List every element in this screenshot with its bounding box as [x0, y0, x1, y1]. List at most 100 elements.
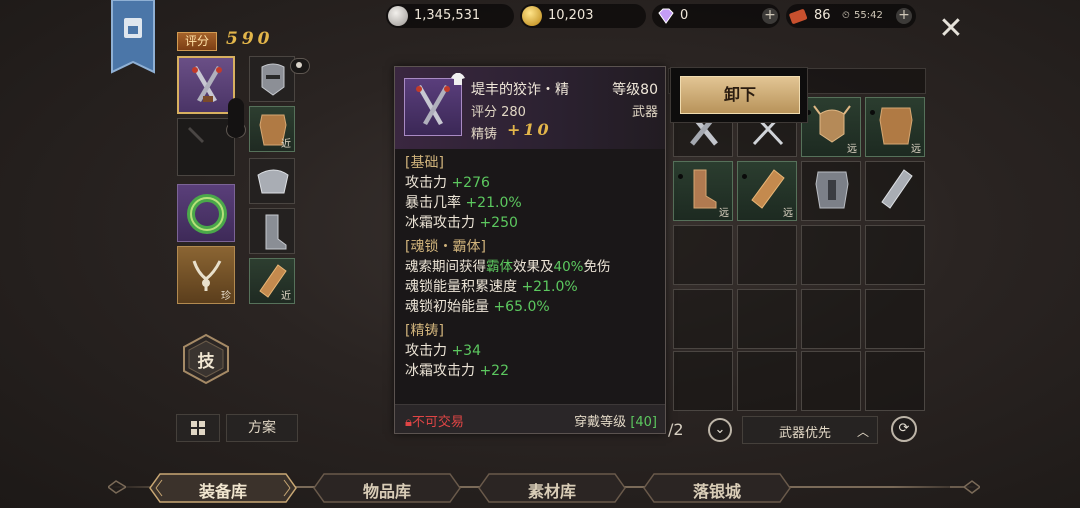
rare-label: 珍 [221, 291, 231, 302]
horned-helmet-icon [813, 105, 851, 143]
inventory-slot[interactable] [673, 289, 733, 349]
tab-equipment-storage[interactable]: 装备库 [148, 472, 298, 504]
silver-currency: 1,345,531 [386, 4, 514, 28]
armor-slot[interactable]: 近 [249, 106, 295, 152]
inventory-slot[interactable] [737, 225, 797, 285]
trade-status: 🔒︎不可交易 [405, 411, 464, 430]
stat-value: +21.0% [465, 195, 522, 211]
inventory-slot[interactable]: 远 [801, 97, 861, 157]
page-indicator: /2 [668, 420, 684, 439]
slot-dot [678, 174, 683, 179]
tab-item-storage[interactable]: 物品库 [312, 472, 462, 504]
inventory-slot[interactable] [801, 351, 861, 411]
stat-name: 冰霜攻击力 [405, 215, 480, 231]
stat-name: 效果及 [513, 259, 554, 275]
metal-boots-icon [265, 214, 287, 250]
inventory-slot[interactable] [737, 351, 797, 411]
visibility-eye-icon[interactable] [290, 58, 310, 74]
inventory-slot[interactable] [865, 289, 925, 349]
tab-label: 物品库 [362, 482, 411, 501]
inventory-slot[interactable] [737, 289, 797, 349]
inventory-slot[interactable]: 远 [673, 161, 733, 221]
stat-line: 冰霜攻击力 +250 [405, 213, 657, 233]
stat-value: +22 [479, 363, 509, 379]
score-value: 590 [226, 29, 274, 49]
ticket-amount: 86 [814, 8, 831, 23]
wear-value: [40] [630, 415, 657, 430]
tab-label: 素材库 [527, 482, 576, 501]
tab-material-storage[interactable]: 素材库 [477, 472, 627, 504]
stat-value: +34 [451, 343, 481, 359]
gold-amount: 10,203 [548, 8, 594, 23]
leather-vest-icon [879, 107, 913, 145]
green-ring-icon [187, 194, 227, 234]
item-score: 评分 280 [471, 105, 526, 120]
add-ticket-button[interactable]: + [896, 8, 912, 24]
inventory-slot[interactable] [865, 225, 925, 285]
gold-currency: 10,203 [520, 4, 646, 28]
unequip-button[interactable]: 卸下 [680, 76, 800, 114]
boots-slot[interactable] [249, 208, 295, 254]
chevron-up-icon: ︿ [857, 425, 870, 439]
ring-slot[interactable] [177, 184, 235, 242]
guild-banner-icon [111, 0, 155, 74]
tab-label: 装备库 [198, 482, 247, 501]
stat-value: 霸体 [486, 259, 513, 275]
helmet-slot[interactable] [249, 56, 295, 102]
inventory-slot[interactable]: 远 [865, 97, 925, 157]
add-diamond-button[interactable]: + [762, 8, 778, 24]
stat-name: 免伤 [583, 259, 611, 275]
section-title: [基础] [405, 155, 444, 171]
inventory-slot[interactable] [865, 351, 925, 411]
near-label: 近 [281, 291, 291, 302]
refresh-button[interactable]: ⟳ [891, 416, 917, 442]
inventory-slot[interactable] [673, 225, 733, 285]
ticket-icon [789, 9, 808, 24]
stat-name: 暴击几率 [405, 195, 466, 211]
page-down-button[interactable]: ⌄ [708, 418, 732, 442]
close-icon[interactable]: ✕ [936, 14, 966, 44]
stat-name: 攻击力 [405, 175, 452, 191]
stat-name: 魂锁初始能量 [405, 299, 494, 315]
helmet-icon [261, 63, 285, 96]
stat-line: 攻击力 +34 [405, 341, 657, 361]
stat-line: 攻击力 +276 [405, 173, 657, 193]
inventory-slot[interactable]: 远 [737, 161, 797, 221]
inventory-slot[interactable] [673, 351, 733, 411]
amulet-slot[interactable]: 珍 [177, 246, 235, 304]
sort-label: 武器优先 [779, 426, 832, 441]
inventory-slot[interactable] [801, 161, 861, 221]
grid-view-button[interactable] [176, 414, 220, 442]
diamond-icon [658, 8, 674, 24]
ticket-currency: 86 ⏲ 55:42 + [786, 4, 916, 28]
silver-coin-icon [388, 6, 408, 26]
stat-name: 魂索期间获得 [405, 259, 486, 275]
score-label: 评分 [177, 32, 217, 51]
inventory-slot[interactable] [801, 289, 861, 349]
far-label: 远 [783, 208, 793, 219]
stat-value: +250 [479, 215, 518, 231]
far-label: 远 [719, 208, 729, 219]
tab-luoyin-city[interactable]: 落银城 [642, 472, 792, 504]
clock-icon: ⏲ [842, 10, 850, 21]
ornament-left-icon [108, 480, 126, 494]
shoulder-slot[interactable] [249, 158, 295, 204]
toggle-track[interactable] [228, 98, 244, 138]
inventory-slot[interactable] [801, 225, 861, 285]
stat-value: 40% [553, 259, 584, 275]
stat-line: 魂锁能量积累速度 +21.0% [405, 277, 657, 297]
weapon-slot[interactable] [177, 56, 235, 114]
stat-value: +276 [451, 175, 490, 191]
far-label: 远 [847, 144, 857, 155]
unequip-panel: 卸下 [670, 67, 808, 123]
inventory-slot[interactable] [865, 161, 925, 221]
silver-amount: 1,345,531 [414, 8, 481, 23]
section-title: [精铸] [405, 323, 444, 339]
leather-bracer-icon [751, 169, 785, 209]
stat-name: 攻击力 [405, 343, 452, 359]
gloves-slot[interactable]: 近 [249, 258, 295, 304]
sort-dropdown[interactable]: 武器优先 ︿ [742, 416, 878, 444]
ornament-right-icon [950, 480, 980, 494]
stat-line: 魂锁初始能量 +65.0% [405, 297, 657, 317]
plan-button[interactable]: 方案 [226, 414, 298, 442]
